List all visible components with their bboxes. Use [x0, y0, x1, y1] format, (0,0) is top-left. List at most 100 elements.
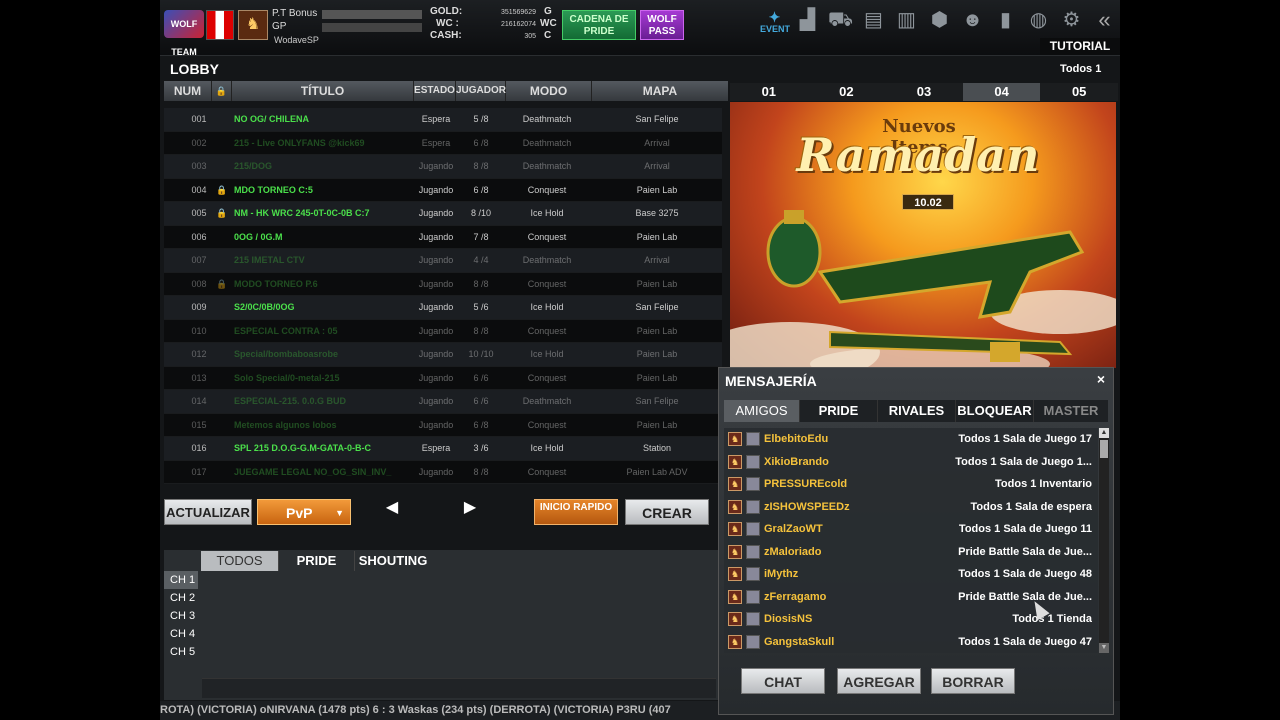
friend-row[interactable]: ♞ zMaloriado Pride Battle Sala de Jue...: [724, 541, 1098, 564]
channel-3[interactable]: CH 3: [164, 607, 198, 625]
tab-pride[interactable]: PRIDE: [800, 400, 878, 422]
room-mapa: Paien Lab: [636, 325, 678, 336]
chat-tabs: TODOS PRIDE SHOUTING: [201, 551, 431, 571]
col-estado[interactable]: ESTADO: [414, 81, 456, 101]
friend-row[interactable]: ♞ XikioBrando Todos 1 Sala de Juego 1...: [724, 451, 1098, 474]
banner-tab-03[interactable]: 03: [885, 83, 963, 101]
room-row[interactable]: 004 🔒 MDO TORNEO C:5 Jugando 6 /8 Conquest Pai…: [164, 178, 722, 202]
banner-tab-02[interactable]: 02: [808, 83, 886, 101]
col-modo[interactable]: MODO: [506, 81, 592, 101]
room-row[interactable]: 003 215/DOG Jugando 8 /8 Deathmatch Arrival: [164, 155, 722, 179]
event-banner[interactable]: Nuevos Items Ramadan 10.02: [730, 102, 1116, 368]
game-logo: WOLF TEAM: [164, 10, 204, 57]
wolf-pass-button[interactable]: WOLF PASS: [640, 10, 684, 40]
room-jugador: 6 /8: [473, 137, 489, 148]
room-row[interactable]: 017 JUEGAME LEGAL NO_OG_SIN_INV_ Jugando 8 …: [164, 460, 722, 484]
room-row[interactable]: 014 ESPECIAL-215. 0.0.G BUD Jugando 6 /6 Dea…: [164, 390, 722, 414]
room-row[interactable]: 012 Special/bombaboasrobe Jugando 10 /10 Ice…: [164, 343, 722, 367]
room-row[interactable]: 005 🔒 NM - HK WRC 245-0T-0C-0B C:7 Jugando 8…: [164, 202, 722, 226]
tab-bloquear[interactable]: BLOQUEAR: [956, 400, 1034, 422]
event-icon[interactable]: ✦ EVENT: [760, 6, 790, 36]
friend-row[interactable]: ♞ zISHOWSPEEDz Todos 1 Sala de espera: [724, 496, 1098, 519]
room-jugador: 8 /8: [473, 161, 489, 171]
room-list: 001 NO OG/ CHILENA Espera 5 /8 Deathmatch San…: [164, 108, 722, 484]
prev-page-button[interactable]: ◀: [382, 499, 402, 517]
room-row[interactable]: 002 215 - Live ONLYFANS @kick69 Espera 6 /8…: [164, 131, 722, 155]
shop-icon[interactable]: ⛟: [826, 6, 855, 36]
cash-label: CASH:: [430, 30, 462, 41]
room-modo: Ice Hold: [530, 208, 564, 218]
room-modo: Deathmatch: [522, 255, 572, 265]
room-row[interactable]: 013 Solo Special/0-metal-215 Jugando 6 /6 Co…: [164, 366, 722, 390]
close-icon[interactable]: ×: [1093, 371, 1109, 387]
scroll-thumb[interactable]: [1100, 440, 1108, 458]
room-row[interactable]: 006 0OG / 0G.M Jugando 7 /8 Conquest Paien La…: [164, 225, 722, 249]
chat-button[interactable]: CHAT: [741, 668, 825, 694]
room-row[interactable]: 015 Metemos algunos lobos Jugando 6 /8 Conqu…: [164, 413, 722, 437]
room-row[interactable]: 009 S2/0C/0B/0OG Jugando 5 /6 Ice Hold San Fe…: [164, 296, 722, 320]
col-lock[interactable]: 🔒: [212, 81, 232, 101]
tab-amigos[interactable]: AMIGOS: [724, 400, 800, 422]
friend-row[interactable]: ♞ GangstaSkull Todos 1 Sala de Juego 47: [724, 631, 1098, 654]
col-mapa[interactable]: MAPA: [592, 81, 728, 101]
cards-icon[interactable]: ▥: [892, 6, 921, 36]
col-num[interactable]: NUM: [164, 81, 212, 101]
tutorial-button[interactable]: TUTORIAL: [1040, 38, 1120, 55]
next-page-button[interactable]: ▶: [460, 499, 480, 517]
room-row[interactable]: 010 ESPECIAL CONTRA : 05 Jugando 8 /8 Conque…: [164, 319, 722, 343]
box-icon[interactable]: ⬢: [925, 6, 954, 36]
room-estado: Espera: [421, 137, 451, 148]
friend-list-scrollbar[interactable]: ▲ ▼: [1099, 428, 1109, 653]
tab-master[interactable]: MASTER: [1034, 400, 1108, 422]
col-jugador[interactable]: JUGADOR: [456, 81, 506, 101]
room-estado: Jugando: [418, 302, 454, 312]
banner-tab-04[interactable]: 04: [962, 83, 1041, 101]
cadena-de-pride-button[interactable]: CADENA DE PRIDE: [562, 10, 636, 40]
pvp-mode-label: PvP: [286, 505, 313, 521]
banner-tab-01[interactable]: 01: [730, 83, 808, 101]
actualizar-button[interactable]: ACTUALIZAR: [164, 499, 252, 525]
room-row[interactable]: 007 215 IMETAL CTV Jugando 4 /4 Deathmatch Ar…: [164, 249, 722, 273]
settings-icon[interactable]: ⚙: [1057, 6, 1086, 36]
room-modo: Ice Hold: [530, 302, 564, 312]
room-row[interactable]: 008 🔒 MODO TORNEO P.6 Jugando 8 /8 Conquest Pa…: [164, 272, 722, 296]
chat-tab-pride[interactable]: PRIDE: [279, 551, 355, 571]
chat-input[interactable]: [202, 678, 716, 698]
agregar-button[interactable]: AGREGAR: [837, 668, 921, 694]
room-mapa: Paien Lab: [636, 231, 678, 242]
channel-1[interactable]: CH 1: [164, 571, 198, 589]
room-num: 010: [191, 325, 207, 336]
room-modo: Deathmatch: [522, 161, 572, 171]
col-titulo[interactable]: TÍTULO: [232, 81, 414, 101]
friend-row[interactable]: ♞ iMythz Todos 1 Sala de Juego 48: [724, 563, 1098, 586]
room-row[interactable]: 016 SPL 215 D.O.G-G.M-GATA-0-B-C Espera 3 /…: [164, 437, 722, 461]
room-mapa: Paien Lab: [636, 372, 678, 383]
inventory-icon[interactable]: ▤: [859, 6, 888, 36]
scroll-down-icon[interactable]: ▼: [1099, 643, 1109, 653]
friend-row[interactable]: ♞ PRESSUREcold Todos 1 Inventario: [724, 473, 1098, 496]
banner-tab-05[interactable]: 05: [1040, 83, 1118, 101]
room-num: 016: [191, 443, 207, 453]
friend-name: XikioBrando: [764, 455, 829, 468]
channel-4[interactable]: CH 4: [164, 625, 198, 643]
crear-button[interactable]: CREAR: [625, 499, 709, 525]
inicio-rapido-button[interactable]: INICIO RAPIDO: [534, 499, 618, 525]
friend-row[interactable]: ♞ ElbebitoEdu Todos 1 Sala de Juego 17: [724, 428, 1098, 451]
friend-row[interactable]: ♞ GralZaoWT Todos 1 Sala de Juego 11: [724, 518, 1098, 541]
back-icon[interactable]: «: [1090, 6, 1119, 36]
room-row[interactable]: 001 NO OG/ CHILENA Espera 5 /8 Deathmatch San…: [164, 108, 722, 132]
scroll-up-icon[interactable]: ▲: [1099, 428, 1109, 438]
friends-icon[interactable]: ☻: [958, 6, 987, 36]
channel-2[interactable]: CH 2: [164, 589, 198, 607]
room-estado: Jugando: [418, 419, 454, 430]
server-filter[interactable]: Todos 1: [1060, 63, 1101, 75]
chat-tab-shouting[interactable]: SHOUTING: [355, 551, 431, 571]
chat-tab-todos[interactable]: TODOS: [201, 551, 279, 571]
tab-rivales[interactable]: RIVALES: [878, 400, 956, 422]
borrar-button[interactable]: BORRAR: [931, 668, 1015, 694]
world-icon[interactable]: ◍: [1024, 6, 1053, 36]
stats-icon[interactable]: ▮: [991, 6, 1020, 36]
channel-5[interactable]: CH 5: [164, 643, 198, 661]
ranking-icon[interactable]: ▟: [793, 6, 822, 36]
pvp-mode-select[interactable]: PvP ▼: [257, 499, 351, 525]
